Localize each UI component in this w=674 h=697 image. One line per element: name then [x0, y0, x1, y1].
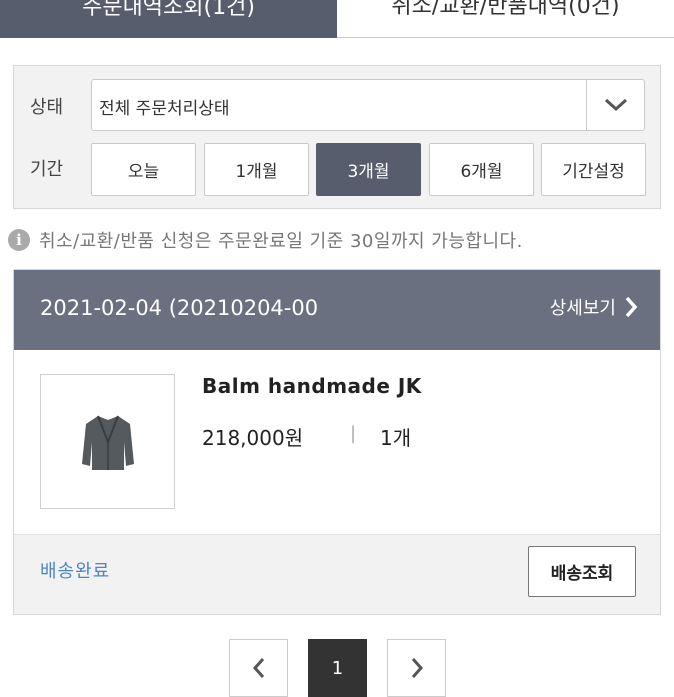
status-select[interactable]: 전체 주문처리상태 [91, 79, 645, 131]
order-card: 2021-02-04 (20210204-00 상세보기 Balm handma… [13, 269, 661, 615]
period-filter-label: 기간 [30, 159, 64, 180]
product-price: 218,000원 [202, 426, 304, 450]
next-page-button[interactable] [387, 639, 446, 697]
cancel-policy-notice: i 취소/교환/반품 신청은 주문완료일 기준 30일까지 가능합니다. [8, 227, 523, 253]
detail-link-label: 상세보기 [549, 298, 616, 319]
order-footer: 배송완료 배송조회 [14, 534, 660, 614]
filter-panel: 상태 전체 주문처리상태 기간 오늘 1개월 3개월 6개월 기간설정 [13, 65, 661, 209]
order-tabs: 주문내역조회(1건) 취소/교환/반품내역(0건) [0, 0, 674, 38]
product-name[interactable]: Balm handmade JK [202, 374, 422, 398]
period-1month-button[interactable]: 1개월 [204, 143, 309, 196]
tab-cancel-return-history[interactable]: 취소/교환/반품내역(0건) [337, 0, 674, 38]
shipping-status: 배송완료 [40, 561, 111, 582]
price-qty-divider: | [350, 423, 357, 444]
info-icon: i [8, 229, 30, 251]
chevron-down-icon[interactable] [586, 80, 644, 130]
status-select-value: 전체 주문처리상태 [99, 99, 230, 119]
prev-page-button[interactable] [229, 639, 288, 697]
product-quantity: 1개 [380, 426, 412, 450]
period-3month-button[interactable]: 3개월 [316, 143, 421, 196]
page-number-current[interactable]: 1 [308, 639, 367, 697]
product-thumbnail[interactable] [40, 374, 175, 509]
period-today-button[interactable]: 오늘 [91, 143, 196, 196]
order-date: 2021-02-04 (20210204-00 [40, 296, 319, 320]
tab-order-history[interactable]: 주문내역조회(1건) [0, 0, 337, 38]
chevron-right-icon [411, 658, 423, 678]
track-shipment-button[interactable]: 배송조회 [528, 546, 636, 597]
tab-order-history-label: 주문내역조회(1건) [82, 0, 255, 20]
period-6month-button[interactable]: 6개월 [429, 143, 534, 196]
chevron-left-icon [252, 658, 264, 678]
notice-text: 취소/교환/반품 신청은 주문완료일 기준 30일까지 가능합니다. [39, 231, 523, 252]
order-detail-link[interactable]: 상세보기 [550, 294, 638, 320]
order-header: 2021-02-04 (20210204-00 상세보기 [14, 270, 660, 350]
chevron-right-icon [625, 296, 638, 318]
status-filter-label: 상태 [30, 97, 64, 118]
jacket-image [81, 415, 134, 470]
tab-cancel-return-label: 취소/교환/반품내역(0건) [391, 0, 620, 19]
period-custom-button[interactable]: 기간설정 [541, 143, 646, 196]
